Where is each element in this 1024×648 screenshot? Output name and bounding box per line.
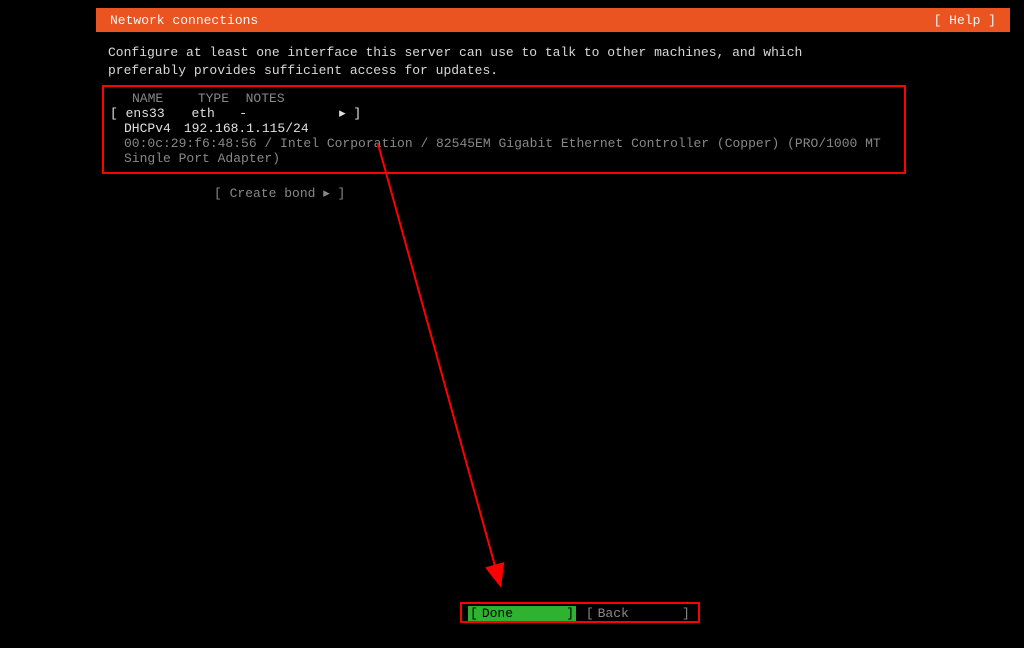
- bracket-close: ]: [566, 606, 574, 621]
- mac-info-row: 00:0c:29:f6:48:56 / Intel Corporation / …: [124, 136, 898, 166]
- interface-type: eth: [191, 106, 231, 121]
- bottom-buttons-highlight: [Done] [Back]: [460, 602, 700, 623]
- interface-notes: -: [239, 106, 331, 121]
- dhcp-row: DHCPv4 192.168.1.115/24: [124, 121, 898, 136]
- done-button[interactable]: [Done]: [468, 606, 576, 621]
- main-content: Configure at least one interface this se…: [0, 32, 820, 201]
- bracket-close: ]: [353, 106, 361, 121]
- interface-name: ens33: [126, 106, 184, 121]
- interface-highlight-box: NAME TYPE NOTES [ ens33 eth - ▸ ] DHCPv4…: [102, 85, 906, 174]
- header-bar: Network connections [ Help ]: [96, 8, 1010, 32]
- bracket-open: [: [586, 606, 594, 621]
- done-label: Done: [478, 606, 550, 621]
- col-header-type: TYPE: [198, 91, 238, 106]
- dhcp-label: DHCPv4: [124, 121, 176, 136]
- col-header-name: NAME: [132, 91, 190, 106]
- dhcp-value: 192.168.1.115/24: [184, 121, 309, 136]
- bracket-open: [: [470, 606, 478, 621]
- back-button[interactable]: [Back]: [584, 606, 692, 621]
- bracket-open: [: [110, 106, 118, 121]
- description-text: Configure at least one interface this se…: [108, 44, 820, 79]
- back-label: Back: [594, 606, 666, 621]
- create-bond-button[interactable]: [ Create bond ▸ ]: [214, 186, 820, 201]
- page-title: Network connections: [102, 13, 258, 28]
- help-button[interactable]: [ Help ]: [934, 13, 1004, 28]
- expand-icon: ▸: [339, 106, 346, 121]
- interface-row[interactable]: [ ens33 eth - ▸ ]: [110, 106, 898, 121]
- col-header-notes: NOTES: [246, 91, 285, 106]
- bracket-close: ]: [682, 606, 690, 621]
- table-header: NAME TYPE NOTES: [132, 91, 898, 106]
